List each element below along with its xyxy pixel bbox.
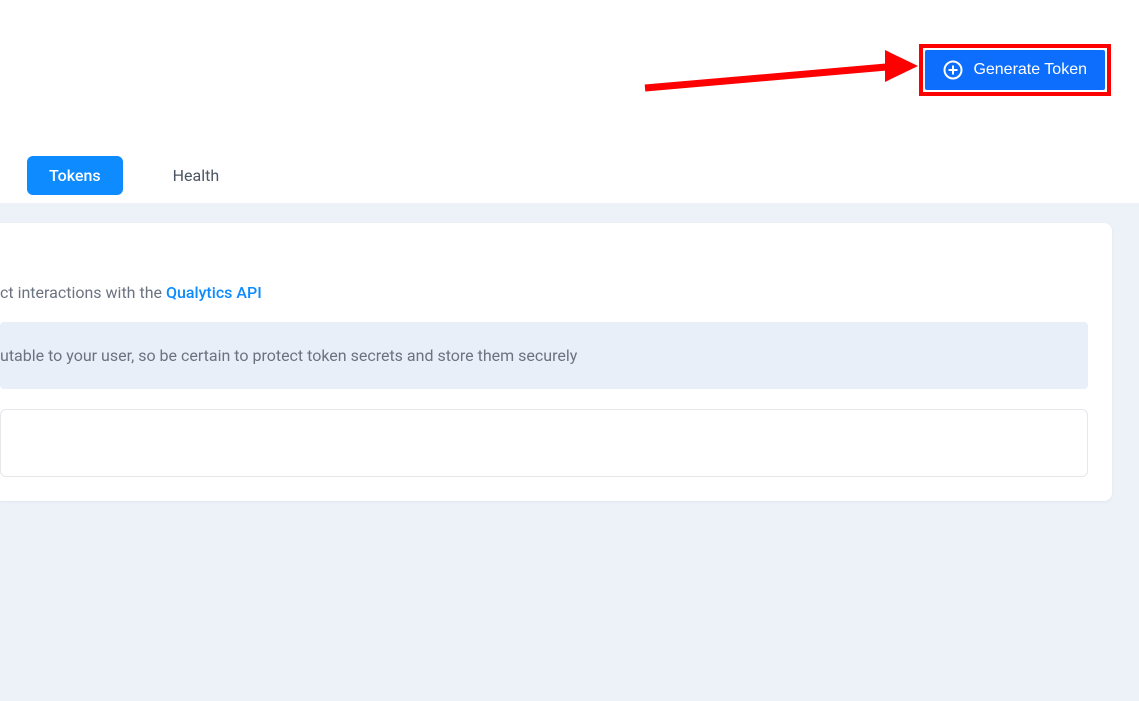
api-link[interactable]: Qualytics API [166, 283, 262, 302]
content-area: ct interactions with the Qualytics API u… [0, 203, 1139, 701]
generate-token-button[interactable]: Generate Token [925, 50, 1105, 90]
info-banner: utable to your user, so be certain to pr… [0, 322, 1088, 389]
description-prefix: ct interactions with the [0, 283, 166, 302]
token-list-container [0, 409, 1088, 477]
tab-tokens[interactable]: Tokens [27, 156, 123, 195]
description-text: ct interactions with the Qualytics API [0, 283, 1088, 302]
info-banner-text: utable to your user, so be certain to pr… [0, 346, 577, 365]
tabs-bar: Tokens Health [0, 96, 1139, 195]
generate-button-highlight: Generate Token [919, 44, 1111, 96]
generate-button-label: Generate Token [973, 61, 1087, 79]
tab-health[interactable]: Health [151, 156, 242, 195]
plus-circle-icon [943, 60, 963, 80]
tokens-card: ct interactions with the Qualytics API u… [0, 223, 1112, 501]
top-bar: Generate Token [0, 0, 1139, 96]
